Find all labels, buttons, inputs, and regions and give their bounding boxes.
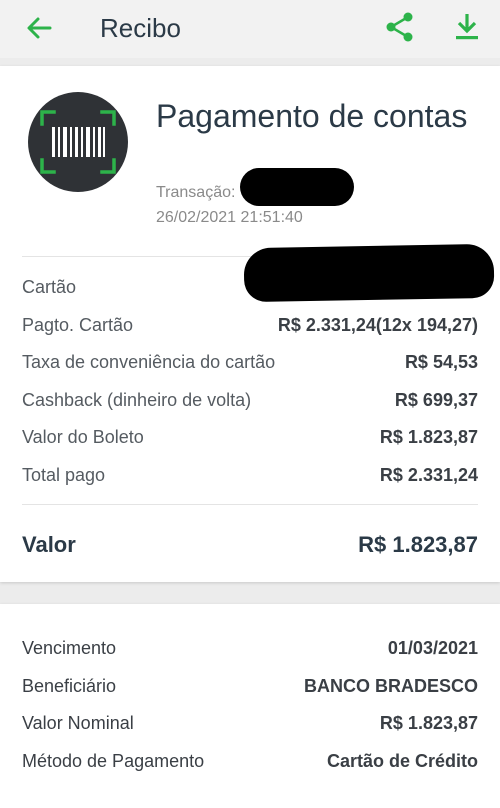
bill-label: Método de Pagamento [22, 750, 205, 771]
detail-value: R$ 699,37 [394, 389, 478, 410]
divider [22, 504, 478, 505]
redaction-mark [240, 168, 354, 206]
download-icon[interactable] [452, 11, 482, 43]
detail-value: R$ 2.331,24 [379, 464, 478, 485]
detail-label: Cartão [22, 276, 77, 297]
bill-row-payment-method: Método de Pagamento Cartão de Crédito [22, 749, 478, 773]
bill-row-beneficiary: Beneficiário BANCO BRADESCO [22, 674, 478, 698]
detail-row-boleto: Valor do Boleto R$ 1.823,87 [22, 425, 478, 449]
bill-label: Vencimento [22, 637, 117, 658]
detail-label: Total pago [22, 464, 106, 485]
transaction-label: Transação: [156, 184, 236, 201]
redaction-mark [243, 243, 495, 303]
detail-label: Pagto. Cartão [22, 314, 134, 335]
bill-row-nominal: Valor Nominal R$ 1.823,87 [22, 711, 478, 735]
share-icon[interactable] [384, 11, 416, 43]
app-bar: Recibo [0, 0, 500, 58]
detail-value: R$ 1.823,87 [379, 426, 478, 447]
receipt-card: Pagamento de contas Transação: 26/02/202… [0, 66, 500, 582]
detail-row-fee: Taxa de conveniência do cartão R$ 54,53 [22, 350, 478, 374]
total-label: Valor [22, 532, 76, 557]
detail-value: R$ 54,53 [404, 351, 478, 372]
arrow-left-icon[interactable] [24, 13, 54, 43]
detail-label: Valor do Boleto [22, 426, 144, 447]
detail-row-card-payment: Pagto. Cartão R$ 2.331,24(12x 194,27) [22, 313, 478, 337]
detail-value: R$ 2.331,24(12x 194,27) [277, 314, 478, 335]
receipt-headline: Pagamento de contas [156, 98, 468, 134]
total-value: R$ 1.823,87 [358, 532, 478, 557]
bill-row-due-date: Vencimento 01/03/2021 [22, 636, 478, 660]
detail-row-cashback: Cashback (dinheiro de volta) R$ 699,37 [22, 388, 478, 412]
bill-value: BANCO BRADESCO [303, 675, 478, 696]
total-row: Valor R$ 1.823,87 [22, 532, 478, 558]
transaction-datetime: 26/02/2021 21:51:40 [156, 209, 303, 226]
bill-label: Beneficiário [22, 675, 117, 696]
detail-label: Taxa de conveniência do cartão [22, 351, 276, 372]
bill-value: Cartão de Crédito [326, 750, 478, 771]
bill-label: Valor Nominal [22, 712, 134, 733]
bill-value: 01/03/2021 [387, 637, 478, 658]
detail-row-total-paid: Total pago R$ 2.331,24 [22, 463, 478, 487]
page-title: Recibo [100, 13, 181, 43]
detail-label: Cashback (dinheiro de volta) [22, 389, 252, 410]
bill-details-card: Vencimento 01/03/2021 Beneficiário BANCO… [0, 604, 500, 808]
barcode-scan-icon [28, 92, 128, 192]
bill-value: R$ 1.823,87 [379, 712, 478, 733]
